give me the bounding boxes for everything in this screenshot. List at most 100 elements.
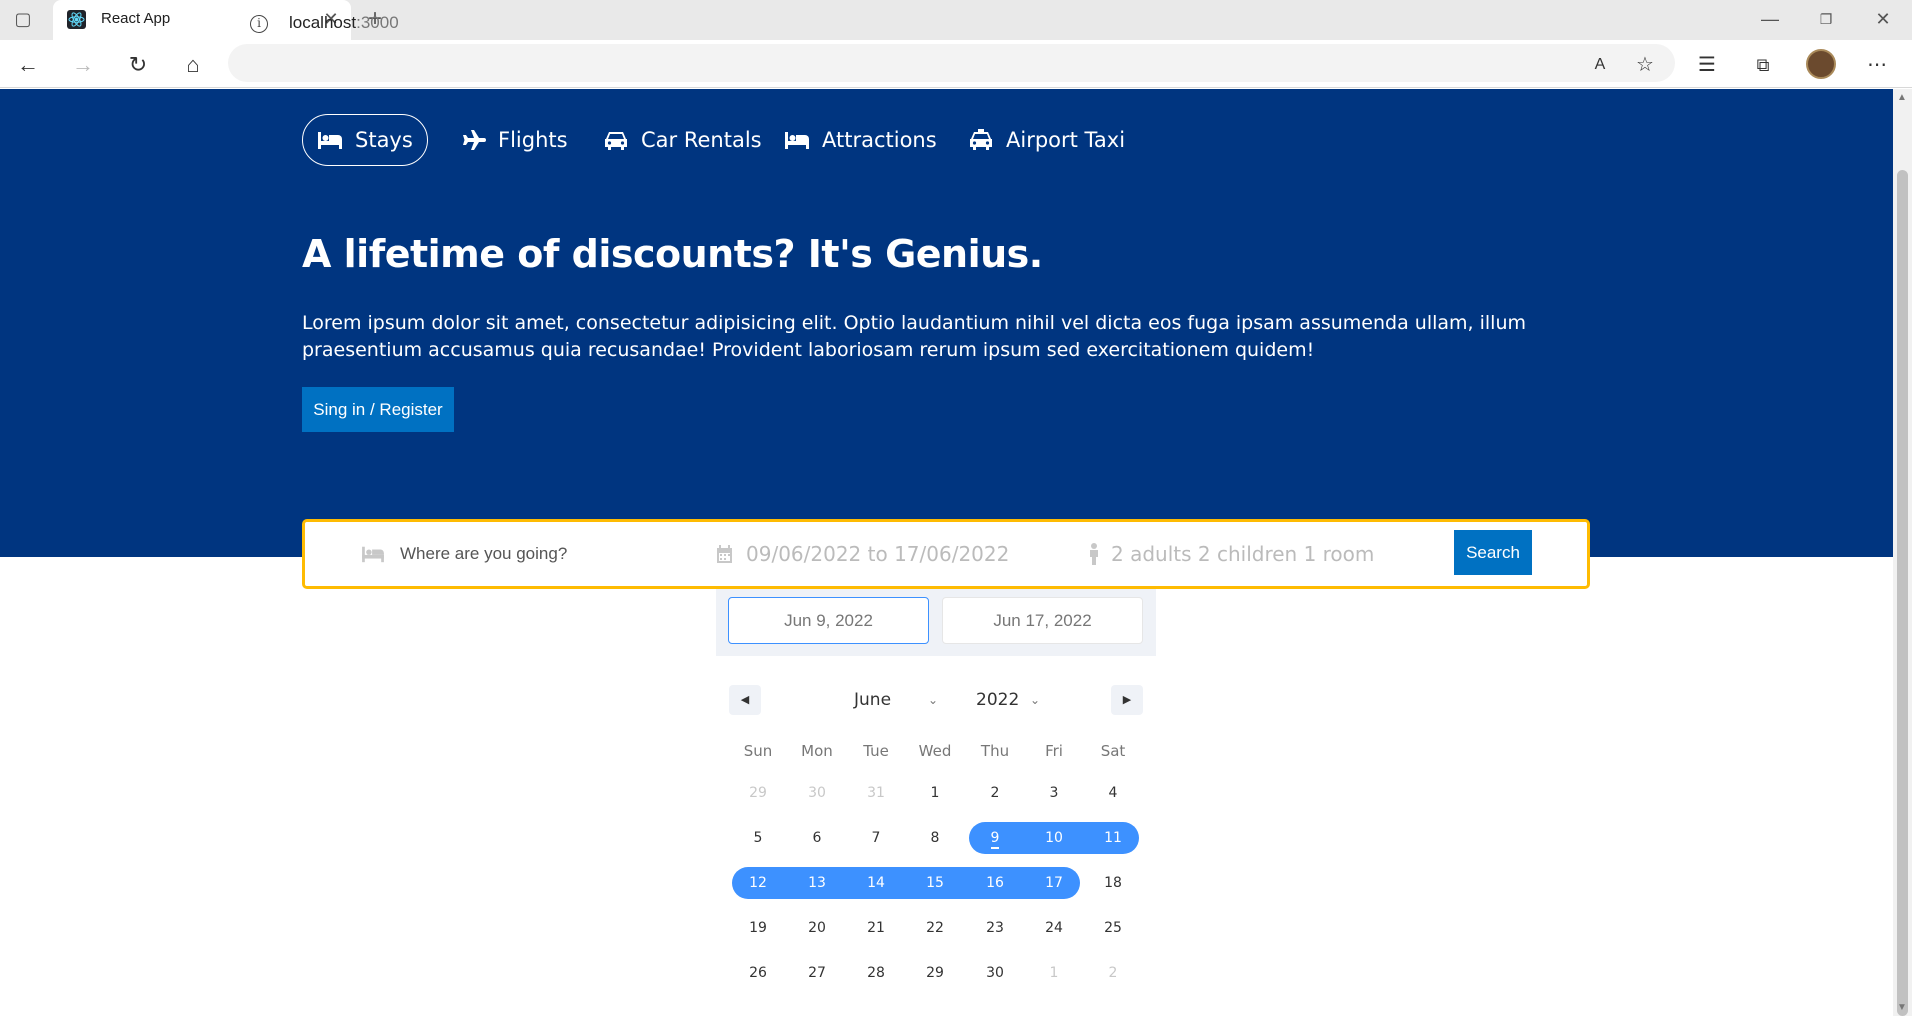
calendar-day-number: 26 (749, 965, 767, 981)
calendar-day[interactable]: 10 (1024, 822, 1084, 854)
taxi-icon (968, 129, 994, 151)
calendar-day-number: 13 (808, 875, 826, 891)
calendar-day[interactable]: 5 (728, 822, 788, 854)
calendar-day[interactable]: 2 (965, 777, 1025, 809)
calendar-day-number: 31 (867, 785, 885, 801)
prev-month-button[interactable]: ◀ (729, 685, 761, 715)
calendar-day[interactable]: 23 (965, 912, 1025, 944)
react-favicon-icon (67, 10, 86, 29)
signin-register-button[interactable]: Sing in / Register (302, 387, 454, 432)
calendar-day[interactable]: 25 (1083, 912, 1143, 944)
calendar-day-number: 21 (867, 920, 885, 936)
restore-icon[interactable]: ❐ (1813, 6, 1839, 32)
url-text: localhost:3000 (289, 13, 399, 33)
window-close-icon[interactable]: ✕ (1870, 6, 1896, 32)
car-icon (603, 129, 629, 151)
calendar-day[interactable]: 26 (728, 957, 788, 989)
weekday-label: Mon (801, 742, 833, 760)
guest-options-text[interactable]: 2 adults 2 children 1 room (1111, 542, 1374, 566)
more-menu-icon[interactable]: ⋯ (1860, 48, 1894, 82)
calendar-day-number: 2 (990, 785, 1000, 801)
end-date-field[interactable]: Jun 17, 2022 (942, 597, 1143, 644)
chevron-down-icon[interactable]: ⌄ (928, 693, 938, 707)
year-select[interactable]: 2022 (976, 690, 1019, 710)
calendar-day[interactable]: 9 (965, 822, 1025, 854)
hero-description: Lorem ipsum dolor sit amet, consectetur … (302, 312, 1526, 361)
nav-item-flights[interactable]: Flights (460, 114, 568, 166)
destination-input[interactable] (400, 541, 680, 567)
profile-avatar[interactable] (1806, 49, 1836, 79)
start-date-field[interactable]: Jun 9, 2022 (728, 597, 929, 644)
calendar-day-number: 11 (1104, 830, 1122, 846)
add-favorite-icon[interactable]: ☆ (1628, 48, 1662, 82)
calendar-day[interactable]: 28 (846, 957, 906, 989)
calendar-day-number: 19 (749, 920, 767, 936)
home-icon[interactable]: ⌂ (176, 48, 210, 82)
chevron-down-icon[interactable]: ⌄ (1030, 693, 1040, 707)
bed-icon (317, 129, 343, 151)
calendar-day-number: 1 (930, 785, 940, 801)
calendar-day[interactable]: 24 (1024, 912, 1084, 944)
calendar-day[interactable]: 12 (728, 867, 788, 899)
calendar-day[interactable]: 13 (787, 867, 847, 899)
sidebar-toggle-icon[interactable]: ▢ (10, 6, 36, 32)
calendar-day[interactable]: 18 (1083, 867, 1143, 899)
nav-item-label: Airport Taxi (1006, 128, 1126, 152)
calendar-day[interactable]: 30 (965, 957, 1025, 989)
calendar-day[interactable]: 3 (1024, 777, 1084, 809)
hero-title: A lifetime of discounts? It's Genius. (302, 232, 1043, 276)
next-month-button[interactable]: ▶ (1111, 685, 1143, 715)
calendar-day-number: 17 (1045, 875, 1063, 891)
date-range-text[interactable]: 09/06/2022 to 17/06/2022 (746, 542, 1009, 566)
calendar-day[interactable]: 17 (1024, 867, 1084, 899)
calendar-day[interactable]: 27 (787, 957, 847, 989)
calendar-day[interactable]: 22 (905, 912, 965, 944)
scrollbar-thumb[interactable] (1897, 170, 1908, 1016)
calendar-day[interactable]: 7 (846, 822, 906, 854)
calendar-day-number: 6 (812, 830, 822, 846)
calendar-day-number: 15 (926, 875, 944, 891)
read-aloud-icon[interactable]: A (1583, 48, 1617, 82)
weekday-label: Wed (918, 742, 952, 760)
calendar-day[interactable]: 20 (787, 912, 847, 944)
calendar-day[interactable]: 29 (905, 957, 965, 989)
calendar-day-number: 5 (753, 830, 763, 846)
nav-item-label: Flights (498, 128, 568, 152)
scroll-up-icon[interactable]: ▲ (1897, 92, 1907, 103)
calendar-day[interactable]: 14 (846, 867, 906, 899)
nav-item-stays[interactable]: Stays (302, 114, 428, 166)
back-icon[interactable]: ← (11, 48, 45, 82)
month-select[interactable]: June (854, 690, 891, 710)
search-button[interactable]: Search (1454, 530, 1532, 575)
calendar-day[interactable]: 11 (1083, 822, 1143, 854)
weekday-label: Tue (863, 742, 889, 760)
calendar-day-number: 7 (871, 830, 881, 846)
nav-item-airport-taxi[interactable]: Airport Taxi (968, 114, 1125, 166)
calendar-day[interactable]: 4 (1083, 777, 1143, 809)
site-info-icon[interactable]: i (250, 15, 268, 33)
calendar-day: 2 (1083, 957, 1143, 989)
favorites-icon[interactable]: ☰ (1690, 48, 1724, 82)
calendar-day-number: 29 (926, 965, 944, 981)
calendar-day[interactable]: 1 (905, 777, 965, 809)
address-row: ← → ↻ ⌂ A ☆ ☰ ⧉ ⋯ (0, 40, 1912, 88)
calendar-day[interactable]: 21 (846, 912, 906, 944)
calendar-day[interactable]: 15 (905, 867, 965, 899)
calendar-day[interactable]: 6 (787, 822, 847, 854)
calendar-day[interactable]: 16 (965, 867, 1025, 899)
calendar-day: 30 (787, 777, 847, 809)
calendar-day[interactable]: 19 (728, 912, 788, 944)
weekday-label: Thu (980, 742, 1010, 760)
reload-icon[interactable]: ↻ (121, 48, 155, 82)
calendar-day-number: 30 (986, 965, 1004, 981)
browser-tab-bar: ▢ React App ✕ + — ❐ ✕ (0, 0, 1912, 40)
nav-item-attractions[interactable]: Attractions (784, 114, 937, 166)
address-bar[interactable] (228, 44, 1675, 82)
scroll-down-icon[interactable]: ▼ (1897, 1002, 1907, 1013)
calendar-day-number: 20 (808, 920, 826, 936)
minimize-icon[interactable]: — (1757, 6, 1783, 32)
collections-icon[interactable]: ⧉ (1746, 48, 1780, 82)
nav-item-car-rentals[interactable]: Car Rentals (603, 114, 762, 166)
calendar-day-number: 27 (808, 965, 826, 981)
calendar-day[interactable]: 8 (905, 822, 965, 854)
